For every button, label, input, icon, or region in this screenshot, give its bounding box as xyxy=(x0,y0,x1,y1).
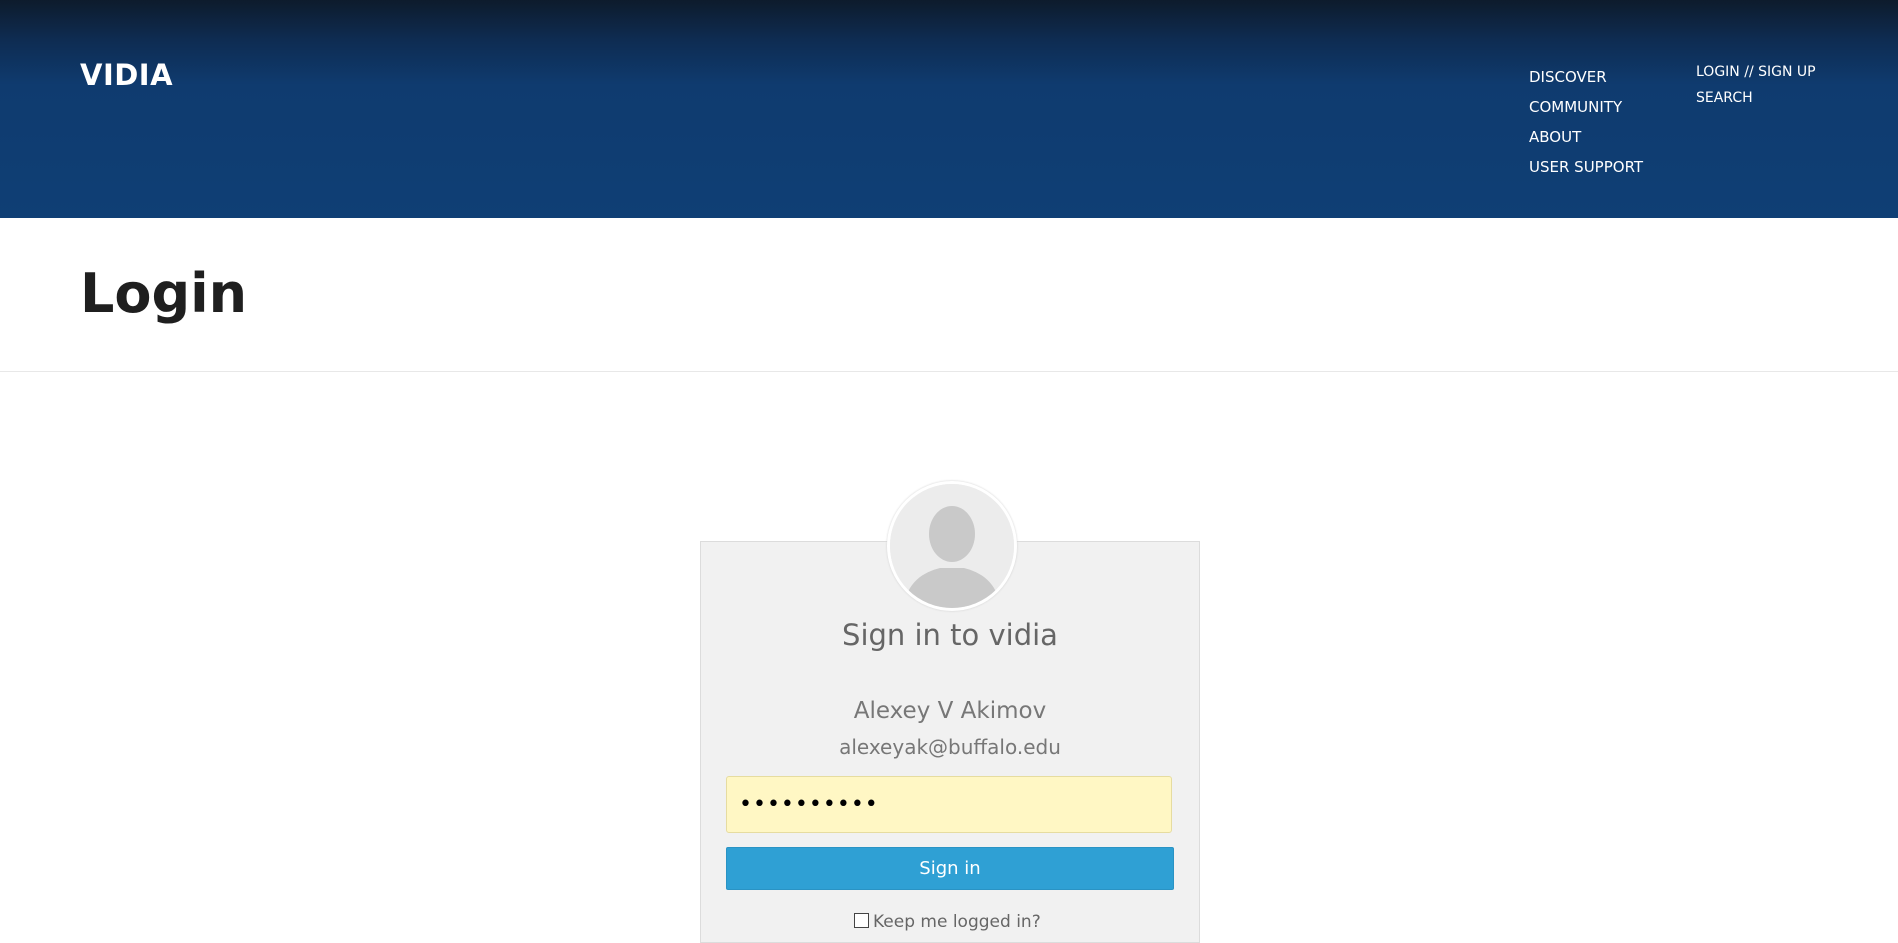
nav-item-search[interactable]: SEARCH xyxy=(1696,85,1816,111)
page-title-bar: Login xyxy=(0,218,1898,372)
user-name: Alexey V Akimov xyxy=(853,698,1047,724)
user-email: alexeyak@buffalo.edu xyxy=(839,735,1061,759)
nav-item-discover[interactable]: DISCOVER xyxy=(1529,62,1643,92)
user-silhouette-icon xyxy=(887,481,1017,611)
card-title: Sign in to vidia xyxy=(842,618,1058,652)
nav-item-about[interactable]: ABOUT xyxy=(1529,122,1643,152)
page-title: Login xyxy=(80,262,248,325)
site-logo[interactable]: VIDIA xyxy=(80,58,173,92)
nav-item-user-support[interactable]: USER SUPPORT xyxy=(1529,152,1643,182)
password-input[interactable] xyxy=(726,776,1172,833)
sign-in-button[interactable]: Sign in xyxy=(726,847,1174,890)
keep-logged-in-row[interactable]: Keep me logged in? xyxy=(854,912,1041,936)
nav-item-community[interactable]: COMMUNITY xyxy=(1529,92,1643,122)
keep-logged-in-label: Keep me logged in? xyxy=(873,912,1041,932)
secondary-nav: LOGIN // SIGN UP SEARCH xyxy=(1696,59,1816,111)
nav-item-login-signup[interactable]: LOGIN // SIGN UP xyxy=(1696,59,1816,85)
main-nav: DISCOVER COMMUNITY ABOUT USER SUPPORT xyxy=(1529,62,1643,182)
site-header: VIDIA DISCOVER COMMUNITY ABOUT USER SUPP… xyxy=(0,0,1898,218)
